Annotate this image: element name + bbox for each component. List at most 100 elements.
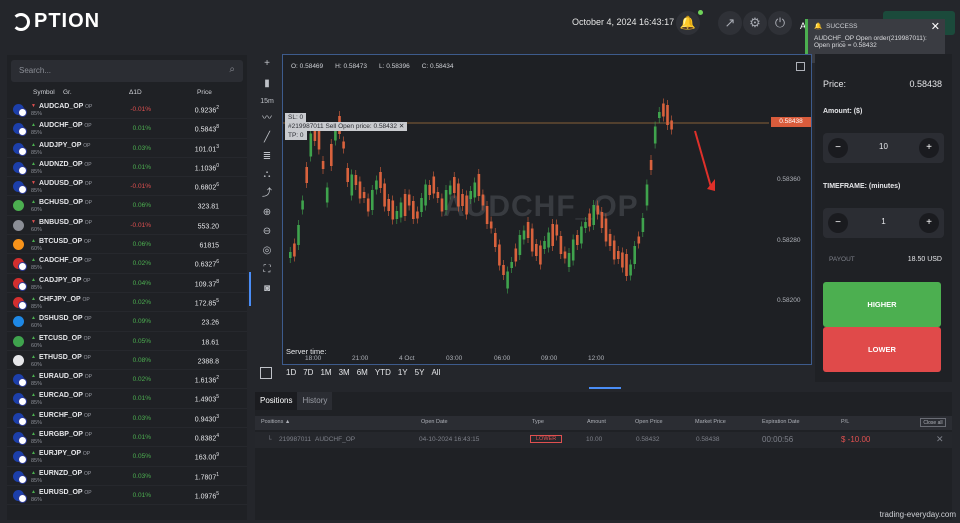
- list-item[interactable]: ▲ BCHUSD_OP OP 60% 0.06% 323.81: [7, 196, 247, 216]
- tab-history[interactable]: History: [297, 392, 333, 410]
- crosshair-icon[interactable]: +: [259, 57, 275, 71]
- list-item[interactable]: ▲ AUDCHF_OP OP 85% 0.01% 0.58438: [7, 119, 247, 139]
- asset-group-tag: OP: [84, 432, 93, 439]
- zoom-in-icon[interactable]: ⊕: [259, 206, 275, 220]
- list-item[interactable]: ▲ EURGBP_OP OP 85% 0.01% 0.83824: [7, 428, 247, 448]
- higher-button[interactable]: HIGHER: [823, 282, 941, 327]
- close-all-button[interactable]: Close all: [920, 418, 946, 427]
- toast-close-icon[interactable]: ✕: [931, 20, 940, 33]
- candle-body: [563, 251, 567, 259]
- col-expiration[interactable]: Expiration Date: [762, 419, 800, 425]
- period-button[interactable]: 1Y: [398, 368, 408, 377]
- arrow-up-icon: ▲: [31, 373, 36, 380]
- list-item[interactable]: ▲ DSHUSD_OP OP 60% 0.09% 23.26: [7, 312, 247, 332]
- fibonacci-icon[interactable]: ≣: [259, 150, 275, 164]
- col-open-price[interactable]: Open Price: [635, 419, 663, 425]
- sl-label[interactable]: SL: 0: [285, 113, 307, 122]
- order-label[interactable]: #219987011 Sell Open price: 0.58432 ✕: [285, 122, 408, 131]
- asset-flag-icon: [13, 142, 27, 156]
- asset-payout-pct: 85%: [31, 188, 43, 195]
- list-item[interactable]: ▼ AUDCAD_OP OP 85% -0.01% 0.92362: [7, 100, 247, 120]
- timeframe-decrease-button[interactable]: −: [828, 213, 848, 233]
- asset-change: 0.03%: [132, 144, 151, 152]
- col-amount[interactable]: Amount: [587, 419, 606, 425]
- zoom-out-icon[interactable]: ⊖: [259, 225, 275, 239]
- position-open-date: 04-10-2024 16:43:15: [419, 436, 480, 443]
- col-symbol[interactable]: Symbol: [33, 89, 55, 96]
- arrow-up-icon: ▲: [31, 450, 36, 457]
- timeframe-stepper[interactable]: 1 − +: [823, 208, 944, 238]
- list-item[interactable]: ▲ EURUSD_OP OP 86% 0.01% 1.09765: [7, 486, 247, 506]
- chart-trend-icon[interactable]: ↗: [718, 11, 742, 35]
- col-type[interactable]: Type: [532, 419, 544, 425]
- list-item[interactable]: ▲ BTCUSD_OP OP 60% 0.06% 61815: [7, 235, 247, 255]
- bell-icon[interactable]: 🔔: [676, 11, 700, 35]
- period-button[interactable]: 6M: [357, 368, 368, 377]
- list-item[interactable]: ▲ AUDJPY_OP OP 85% 0.03% 101.013: [7, 139, 247, 158]
- candle-body: [543, 241, 546, 249]
- amount-increase-button[interactable]: +: [919, 138, 939, 158]
- period-button[interactable]: 3M: [339, 368, 350, 377]
- list-item[interactable]: ▲ AUDNZD_OP OP 85% 0.01% 1.10360: [7, 158, 247, 178]
- col-market-price[interactable]: Market Price: [695, 419, 726, 425]
- list-item[interactable]: ▼ BNBUSD_OP OP 60% -0.01% 553.20: [7, 216, 247, 236]
- list-item[interactable]: ▲ CADCHF_OP OP 85% 0.02% 0.63276: [7, 254, 247, 274]
- asset-price-text: 0.9430: [194, 416, 217, 424]
- panel-resize-handle[interactable]: [589, 387, 621, 389]
- list-item[interactable]: ▲ CHFJPY_OP OP 85% 0.02% 172.855: [7, 293, 247, 313]
- table-row[interactable]: └ 219987011 AUDCHF_OP 04-10-2024 16:43:1…: [255, 432, 952, 448]
- col-positions[interactable]: Positions ▲: [261, 419, 290, 425]
- candle-body: [366, 198, 370, 212]
- asset-price-pip: 2: [216, 375, 219, 382]
- list-item[interactable]: ▲ EURAUD_OP OP 85% 0.02% 1.61362: [7, 370, 247, 390]
- list-item[interactable]: ▲ EURCHF_OP OP 85% 0.03% 0.94303: [7, 409, 247, 429]
- price-chart[interactable]: O: 0.58469 H: 0.58473 L: 0.58396 C: 0.58…: [282, 54, 812, 365]
- col-price[interactable]: Price: [197, 89, 212, 96]
- list-item[interactable]: ▲ EURJPY_OP OP 85% 0.05% 163.009: [7, 447, 247, 467]
- trend-line-icon[interactable]: ╱: [259, 131, 275, 145]
- pattern-icon[interactable]: ⛬: [259, 168, 275, 182]
- col-group[interactable]: Gr.: [63, 89, 72, 96]
- camera-icon[interactable]: ◙: [259, 282, 275, 296]
- period-button[interactable]: 5Y: [415, 368, 425, 377]
- fullscreen-icon[interactable]: ⛶: [259, 263, 275, 277]
- candles-icon[interactable]: ▮: [259, 77, 275, 91]
- timeframe-button[interactable]: 15m: [259, 95, 275, 109]
- col-pl[interactable]: P/L: [841, 419, 849, 425]
- period-button[interactable]: 1M: [320, 368, 331, 377]
- period-button[interactable]: YTD: [375, 368, 391, 377]
- tab-positions[interactable]: Positions: [255, 392, 298, 410]
- asset-price-text: 1.6136: [194, 377, 217, 385]
- search-input[interactable]: Search... ⌕: [11, 60, 243, 82]
- list-item[interactable]: ▲ EURNZD_OP OP 85% 0.03% 1.78071: [7, 467, 247, 486]
- amount-decrease-button[interactable]: −: [828, 138, 848, 158]
- candle-body: [600, 212, 604, 228]
- layout-grid-icon[interactable]: [260, 367, 272, 379]
- close-position-icon[interactable]: ✕: [936, 434, 944, 445]
- col-change[interactable]: Δ1D: [129, 89, 142, 96]
- line-chart-icon[interactable]: 〰: [259, 112, 275, 126]
- list-item[interactable]: ▲ ETHUSD_OP OP 60% 0.08% 2388.8: [7, 351, 247, 371]
- list-item[interactable]: ▲ CADJPY_OP OP 85% 0.04% 109.378: [7, 274, 247, 293]
- list-item[interactable]: ▲ EURCAD_OP OP 85% 0.01% 1.49035: [7, 389, 247, 409]
- amount-stepper[interactable]: 10 − +: [823, 133, 944, 163]
- list-item[interactable]: ▲ ETCUSD_OP OP 60% 0.05% 18.61: [7, 332, 247, 351]
- tp-label[interactable]: TP: 0: [285, 131, 307, 140]
- asset-price-pip: 5: [216, 394, 219, 401]
- candle-body: [354, 175, 358, 185]
- panel-scrollbar[interactable]: [249, 272, 251, 306]
- period-button[interactable]: 1D: [286, 368, 296, 377]
- lower-button[interactable]: LOWER: [823, 327, 941, 372]
- row-collapse-icon[interactable]: └: [267, 436, 272, 443]
- list-item[interactable]: ▼ AUDUSD_OP OP 85% -0.01% 0.68026: [7, 177, 247, 197]
- period-button[interactable]: All: [431, 368, 440, 377]
- power-icon[interactable]: ⏻: [768, 11, 792, 35]
- magnet-icon[interactable]: ◎: [259, 244, 275, 258]
- brush-icon[interactable]: ⤴: [259, 187, 275, 201]
- site-watermark: trading-everyday.com: [879, 510, 956, 519]
- asset-flag-icon: [13, 335, 24, 347]
- period-button[interactable]: 7D: [303, 368, 313, 377]
- timeframe-increase-button[interactable]: +: [919, 213, 939, 233]
- col-open-date[interactable]: Open Date: [421, 419, 448, 425]
- gear-icon[interactable]: ⚙: [743, 11, 767, 35]
